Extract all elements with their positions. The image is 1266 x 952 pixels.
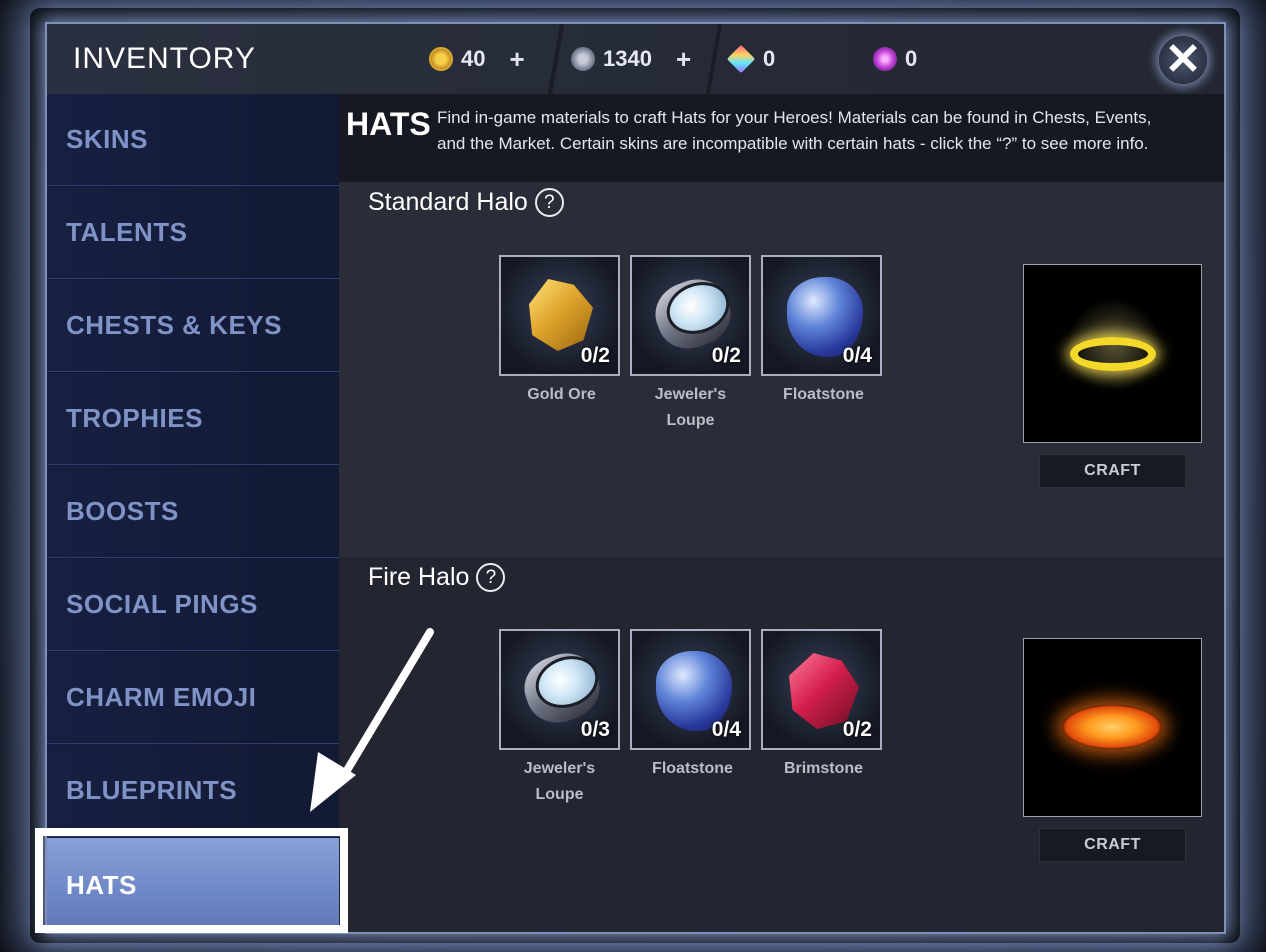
pointer-arrow-icon (310, 628, 434, 812)
